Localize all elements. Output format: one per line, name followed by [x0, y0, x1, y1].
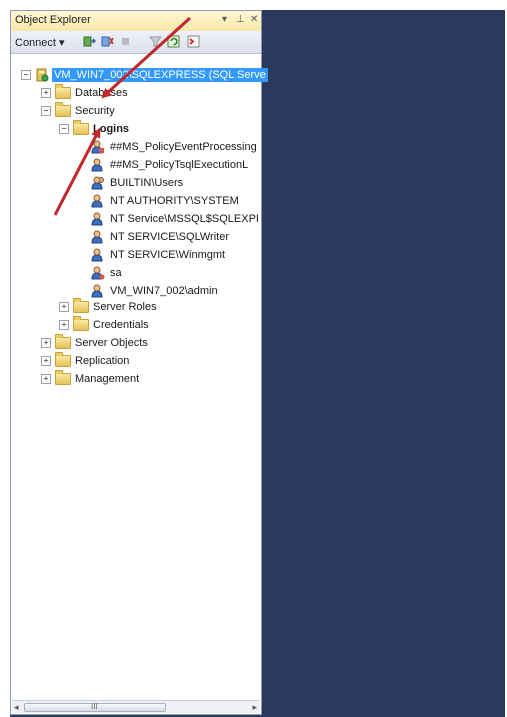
scroll-left-arrow-icon[interactable]: ◂ [14, 702, 19, 713]
login-name: ##MS_PolicyEventProcessing [110, 141, 257, 153]
refresh-icon[interactable] [167, 35, 180, 48]
tree-label: Management [75, 373, 140, 385]
collapse-toggle[interactable]: − [59, 124, 69, 134]
connect-button[interactable]: Connect ▾ [15, 36, 65, 49]
login-name: NT SERVICE\SQLWriter [110, 231, 229, 243]
login-item[interactable]: NT SERVICE\Winmgmt [77, 247, 225, 263]
expand-toggle[interactable]: + [41, 356, 51, 366]
folder-icon [55, 102, 71, 117]
tree-node-server-roles[interactable]: + Server Roles [59, 298, 157, 315]
expand-toggle[interactable]: + [59, 302, 69, 312]
expand-toggle[interactable]: + [41, 374, 51, 384]
object-explorer-toolbar: Connect ▾ [11, 31, 261, 54]
start-powershell-icon[interactable] [187, 35, 200, 48]
tree-label: Databases [75, 87, 128, 99]
tree-node-server-objects[interactable]: + Server Objects [41, 334, 148, 351]
login-user-icon [91, 194, 103, 208]
scrollbar-thumb[interactable]: III [24, 702, 166, 712]
login-user-icon [91, 266, 105, 280]
object-explorer-titlebar: Object Explorer ▾ ⊥ ✕ [11, 11, 261, 32]
folder-icon [73, 120, 89, 135]
login-user-icon [91, 284, 103, 298]
login-user-icon [91, 212, 103, 226]
tree-node-server[interactable]: − VM_WIN7_002\SQLEXPRESS (SQL Serve [21, 67, 268, 83]
login-item[interactable]: NT Service\MSSQL$SQLEXPI [77, 211, 259, 227]
tree-node-credentials[interactable]: + Credentials [59, 316, 149, 333]
tree-node-management[interactable]: + Management [41, 370, 140, 387]
server-label: VM_WIN7_002\SQLEXPRESS (SQL Serve [52, 68, 268, 82]
tree-label: Credentials [93, 319, 149, 331]
login-name: VM_WIN7_002\admin [110, 285, 218, 297]
tree-label: Logins [93, 123, 130, 135]
collapse-toggle[interactable]: − [41, 106, 51, 116]
login-name: NT AUTHORITY\SYSTEM [110, 195, 239, 207]
window-position-dropdown-icon[interactable]: ▾ [222, 14, 227, 26]
login-name: ##MS_PolicyTsqlExecutionL [110, 159, 249, 171]
tree-label: Server Objects [75, 337, 148, 349]
panel-title: Object Explorer [15, 14, 91, 26]
tree-label: Server Roles [93, 301, 157, 313]
auto-hide-pin-icon[interactable]: ⊥ [236, 14, 245, 26]
filter-icon[interactable] [149, 35, 162, 48]
expand-toggle[interactable]: + [41, 338, 51, 348]
scroll-right-arrow-icon[interactable]: ▸ [252, 702, 257, 713]
login-item[interactable]: VM_WIN7_002\admin [77, 283, 218, 299]
expand-toggle[interactable]: + [41, 88, 51, 98]
login-item[interactable]: sa [77, 265, 122, 281]
tree-label: Security [75, 105, 115, 117]
login-user-icon [91, 158, 103, 172]
login-name: NT SERVICE\Winmgmt [110, 249, 226, 261]
folder-icon [73, 298, 89, 313]
server-icon [36, 68, 49, 82]
stop-icon[interactable] [119, 35, 132, 48]
folder-icon [55, 334, 71, 349]
tree-node-security[interactable]: − Security [41, 102, 115, 119]
login-item[interactable]: ##MS_PolicyTsqlExecutionL [77, 157, 248, 173]
login-item[interactable]: BUILTIN\Users [77, 175, 183, 191]
object-explorer-panel: Object Explorer ▾ ⊥ ✕ Connect ▾ − VM_WIN… [10, 10, 268, 715]
folder-icon [55, 84, 71, 99]
folder-icon [55, 370, 71, 385]
collapse-toggle[interactable]: − [21, 70, 31, 80]
login-user-icon [91, 140, 104, 154]
tree-label: Replication [75, 355, 130, 367]
tree-node-logins[interactable]: − Logins [59, 120, 130, 137]
expand-toggle[interactable]: + [59, 320, 69, 330]
tree-node-databases[interactable]: + Databases [41, 84, 128, 101]
login-user-icon [91, 230, 103, 244]
disconnect-icon[interactable] [101, 35, 114, 48]
login-user-icon [91, 248, 103, 262]
login-item[interactable]: ##MS_PolicyEventProcessing [77, 139, 257, 155]
login-name: BUILTIN\Users [110, 177, 184, 189]
user-group-icon [91, 176, 104, 190]
folder-icon [55, 352, 71, 367]
connect-object-explorer-icon[interactable] [83, 35, 96, 48]
scrollbar-grip-icon: III [91, 702, 98, 711]
login-item[interactable]: NT SERVICE\SQLWriter [77, 229, 229, 245]
login-name: sa [110, 267, 122, 279]
login-item[interactable]: NT AUTHORITY\SYSTEM [77, 193, 239, 209]
folder-icon [73, 316, 89, 331]
tree-node-replication[interactable]: + Replication [41, 352, 130, 369]
login-name: NT Service\MSSQL$SQLEXPI [110, 213, 259, 225]
horizontal-scrollbar[interactable]: ◂ III ▸ [12, 700, 260, 713]
close-icon[interactable]: ✕ [250, 14, 258, 26]
